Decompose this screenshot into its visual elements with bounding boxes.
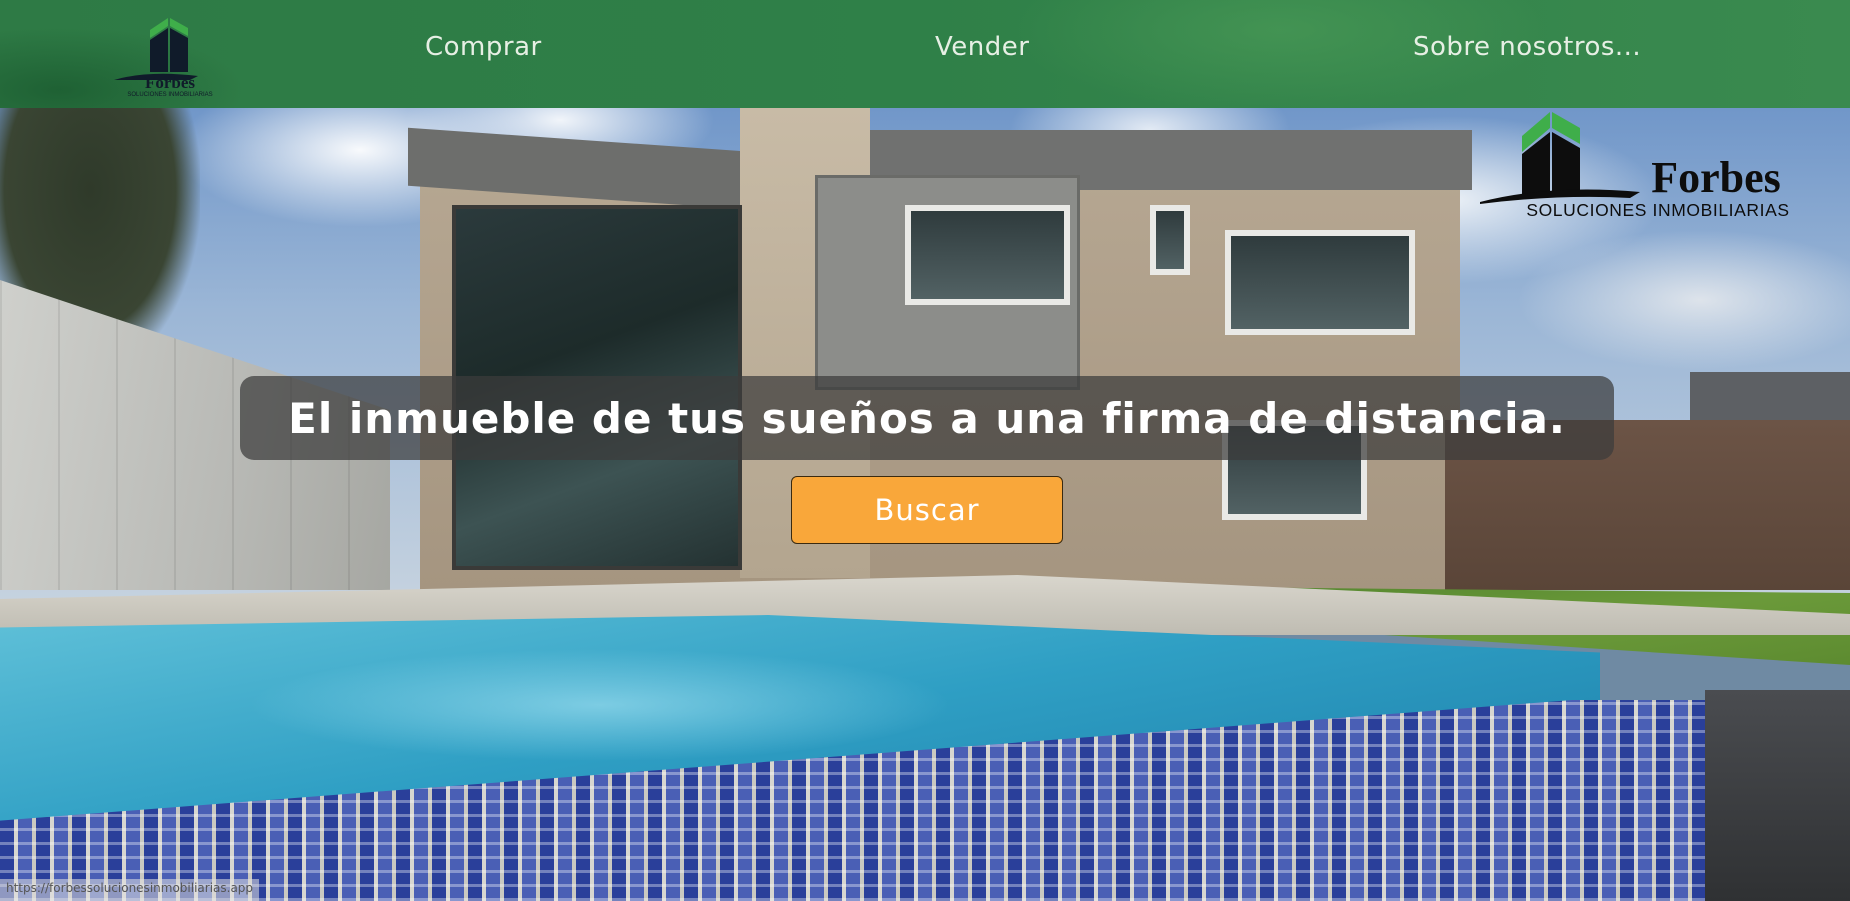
tagline-banner: El inmueble de tus sueños a una firma de… [240,376,1614,460]
garage-roof [1690,372,1850,420]
building-logo-icon: Forbes SOLUCIONES INMOBILIARIAS [114,18,213,98]
hero-tagline: El inmueble de tus sueños a una firma de… [288,393,1566,443]
search-button[interactable]: Buscar [791,476,1063,544]
dark-block [1705,690,1850,901]
hero-logo-subtitle: SOLUCIONES INMOBILIARIAS [1526,200,1789,220]
hero-logo-name: Forbes [1651,153,1781,202]
nav-link-comprar[interactable]: Comprar [425,32,542,62]
nav-link-sobre-nosotros[interactable]: Sobre nosotros... [1413,32,1641,62]
status-bar-url: https://forbessolucionesinmobiliarias.ap… [0,879,260,901]
top-navigation-bar: Forbes SOLUCIONES INMOBILIARIAS Comprar … [0,0,1850,108]
house-window [905,205,1070,305]
hero-logo: Forbes SOLUCIONES INMOBILIARIAS [1480,108,1836,230]
header-logo-name: Forbes [145,73,195,92]
house-window [1225,230,1415,335]
header-logo-subtitle: SOLUCIONES INMOBILIARIAS [127,92,212,98]
building-logo-icon: Forbes SOLUCIONES INMOBILIARIAS [1480,112,1789,220]
nav-link-vender[interactable]: Vender [935,32,1029,62]
header-logo[interactable]: Forbes SOLUCIONES INMOBILIARIAS [108,14,233,98]
house-window [1150,205,1190,275]
